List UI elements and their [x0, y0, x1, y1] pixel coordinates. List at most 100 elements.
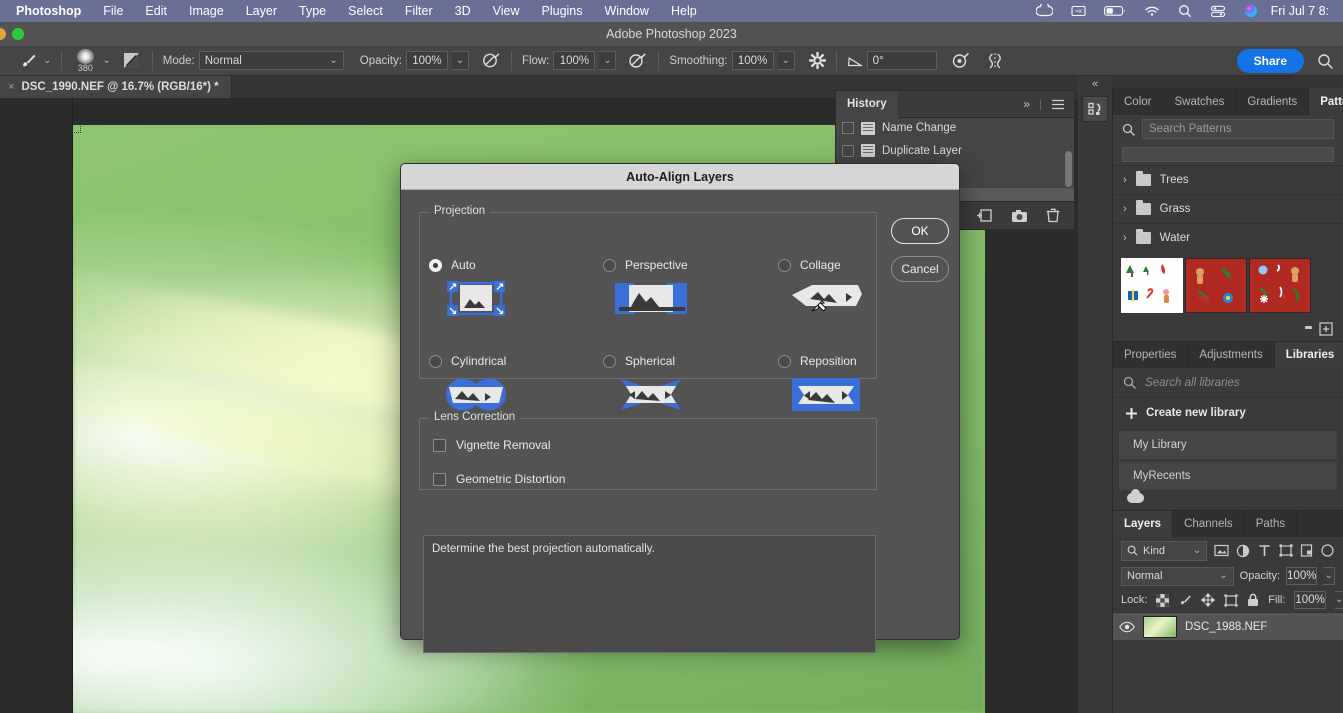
tab-properties[interactable]: Properties: [1113, 342, 1189, 368]
wifi-icon[interactable]: [1135, 5, 1169, 17]
layer-blend-mode-select[interactable]: Normal ⌄: [1121, 566, 1234, 586]
cylindrical-projection-thumb[interactable]: [445, 377, 507, 412]
tab-gradients[interactable]: Gradients: [1236, 88, 1310, 115]
pattern-folder-trees[interactable]: › Trees: [1113, 165, 1343, 194]
layer-filter-kind-select[interactable]: Kind ⌄: [1121, 540, 1208, 561]
menu-item-file[interactable]: File: [92, 4, 134, 18]
patterns-search-input[interactable]: Search Patterns: [1142, 119, 1334, 139]
input-source-icon[interactable]: =x: [1062, 5, 1095, 17]
radio-cylindrical[interactable]: [429, 354, 442, 368]
tab-paths[interactable]: Paths: [1245, 511, 1298, 537]
menu-item-photoshop[interactable]: Photoshop: [8, 4, 92, 18]
spotlight-search-icon[interactable]: [1169, 4, 1201, 18]
create-new-library-button[interactable]: Create new library: [1113, 398, 1343, 428]
delete-icon[interactable]: [1046, 208, 1060, 223]
vignette-removal-checkbox[interactable]: [433, 438, 446, 452]
new-pattern-icon[interactable]: [1319, 322, 1333, 336]
opacity-stepper[interactable]: ⌄: [451, 51, 469, 70]
menu-item-view[interactable]: View: [482, 4, 531, 18]
double-chevron-right-icon[interactable]: »: [1023, 97, 1030, 111]
chevron-right-icon[interactable]: ›: [1123, 232, 1127, 244]
perspective-projection-thumb[interactable]: [615, 281, 687, 316]
pattern-folder-grass[interactable]: › Grass: [1113, 194, 1343, 223]
projection-option-collage[interactable]: Collage: [778, 258, 864, 316]
tab-channels[interactable]: Channels: [1173, 511, 1245, 537]
brush-tool-icon[interactable]: ⌄: [6, 50, 54, 71]
history-snapshot-checkbox[interactable]: [842, 122, 854, 134]
opacity-control[interactable]: Opacity: 100% ⌄: [357, 51, 472, 70]
pattern-swatch[interactable]: [1249, 258, 1311, 313]
tab-libraries[interactable]: Libraries: [1274, 342, 1343, 368]
radio-auto[interactable]: [429, 258, 442, 272]
chevron-right-icon[interactable]: ›: [1123, 174, 1127, 186]
create-snapshot-icon[interactable]: [1011, 209, 1028, 223]
brush-angle-value[interactable]: 0°: [866, 51, 937, 70]
radio-perspective[interactable]: [603, 258, 616, 272]
shape-layer-filter-icon[interactable]: [1279, 543, 1293, 558]
library-item-myrecents[interactable]: MyRecents: [1119, 462, 1337, 490]
radio-collage[interactable]: [778, 258, 791, 272]
blend-mode-select[interactable]: Normal ⌄: [198, 51, 344, 70]
smoothing-options-gear-icon[interactable]: [806, 52, 829, 69]
pattern-swatch[interactable]: [1121, 258, 1183, 313]
history-panel-icon[interactable]: [1082, 96, 1108, 122]
chevron-right-icon[interactable]: ›: [1123, 203, 1127, 215]
smoothing-control[interactable]: Smoothing: 100% ⌄: [666, 51, 797, 70]
library-item-my-library[interactable]: My Library: [1119, 431, 1337, 459]
menu-item-type[interactable]: Type: [288, 4, 337, 18]
close-icon[interactable]: ×: [8, 81, 14, 93]
collage-projection-thumb[interactable]: [788, 281, 864, 316]
menu-item-help[interactable]: Help: [660, 4, 708, 18]
geometric-distortion-checkbox[interactable]: [433, 472, 446, 486]
lock-artboard-icon[interactable]: [1224, 593, 1238, 608]
lock-image-icon[interactable]: [1178, 593, 1192, 608]
history-row[interactable]: Name Change: [836, 118, 1074, 138]
opacity-value[interactable]: 100%: [405, 51, 448, 70]
smoothing-value[interactable]: 100%: [731, 51, 774, 70]
menu-item-plugins[interactable]: Plugins: [531, 4, 594, 18]
tab-layers[interactable]: Layers: [1113, 511, 1174, 537]
menu-item-3d[interactable]: 3D: [444, 4, 482, 18]
close-window-button[interactable]: [0, 28, 6, 40]
adjustment-layer-filter-icon[interactable]: [1236, 543, 1250, 558]
layer-opacity-stepper[interactable]: ⌄: [1323, 567, 1335, 585]
search-icon[interactable]: [1314, 53, 1337, 69]
pressure-controls-size-icon[interactable]: [948, 51, 974, 71]
menu-item-edit[interactable]: Edit: [134, 4, 178, 18]
flow-value[interactable]: 100%: [553, 51, 596, 70]
auto-align-layers-dialog[interactable]: Auto-Align Layers Projection Auto Perspe…: [400, 163, 960, 653]
lock-all-icon[interactable]: [1247, 593, 1259, 608]
pixel-layer-filter-icon[interactable]: [1214, 543, 1229, 558]
ok-button[interactable]: OK: [891, 218, 949, 244]
checkbox-vignette-removal[interactable]: Vignette Removal: [433, 438, 551, 452]
menu-item-image[interactable]: Image: [178, 4, 235, 18]
pressure-controls-opacity-icon[interactable]: [478, 51, 504, 71]
history-row[interactable]: Duplicate Layer: [836, 138, 1074, 163]
tool-panel-region[interactable]: [0, 98, 73, 713]
layer-fill-stepper[interactable]: ⌄: [1334, 591, 1343, 609]
projection-option-perspective[interactable]: Perspective: [603, 258, 688, 316]
new-document-from-state-icon[interactable]: [976, 208, 993, 223]
menu-item-layer[interactable]: Layer: [235, 4, 288, 18]
window-controls[interactable]: [0, 28, 24, 40]
share-button[interactable]: Share: [1236, 48, 1304, 73]
history-snapshot-checkbox[interactable]: [842, 144, 854, 157]
radio-reposition[interactable]: [778, 354, 791, 368]
brush-angle-control[interactable]: 0°: [844, 51, 940, 70]
smart-object-filter-icon[interactable]: [1300, 543, 1314, 558]
panel-menu-icon[interactable]: [1051, 99, 1065, 110]
eye-icon[interactable]: [1119, 619, 1135, 634]
tab-history[interactable]: History: [836, 90, 898, 118]
control-center-icon[interactable]: [1201, 5, 1235, 18]
menu-item-filter[interactable]: Filter: [394, 4, 444, 18]
tab-swatches[interactable]: Swatches: [1163, 88, 1237, 115]
creative-cloud-icon[interactable]: [1027, 4, 1062, 18]
airbrush-icon[interactable]: [625, 51, 651, 71]
lock-transparency-icon[interactable]: [1156, 593, 1170, 608]
auto-projection-thumb[interactable]: [445, 281, 507, 316]
brush-size-preview[interactable]: 380 ⌄: [69, 48, 113, 73]
projection-option-spherical[interactable]: Spherical: [603, 354, 687, 412]
history-scrollbar[interactable]: [1065, 151, 1072, 187]
spherical-projection-thumb[interactable]: [615, 377, 687, 412]
projection-option-reposition[interactable]: Reposition: [778, 354, 864, 412]
